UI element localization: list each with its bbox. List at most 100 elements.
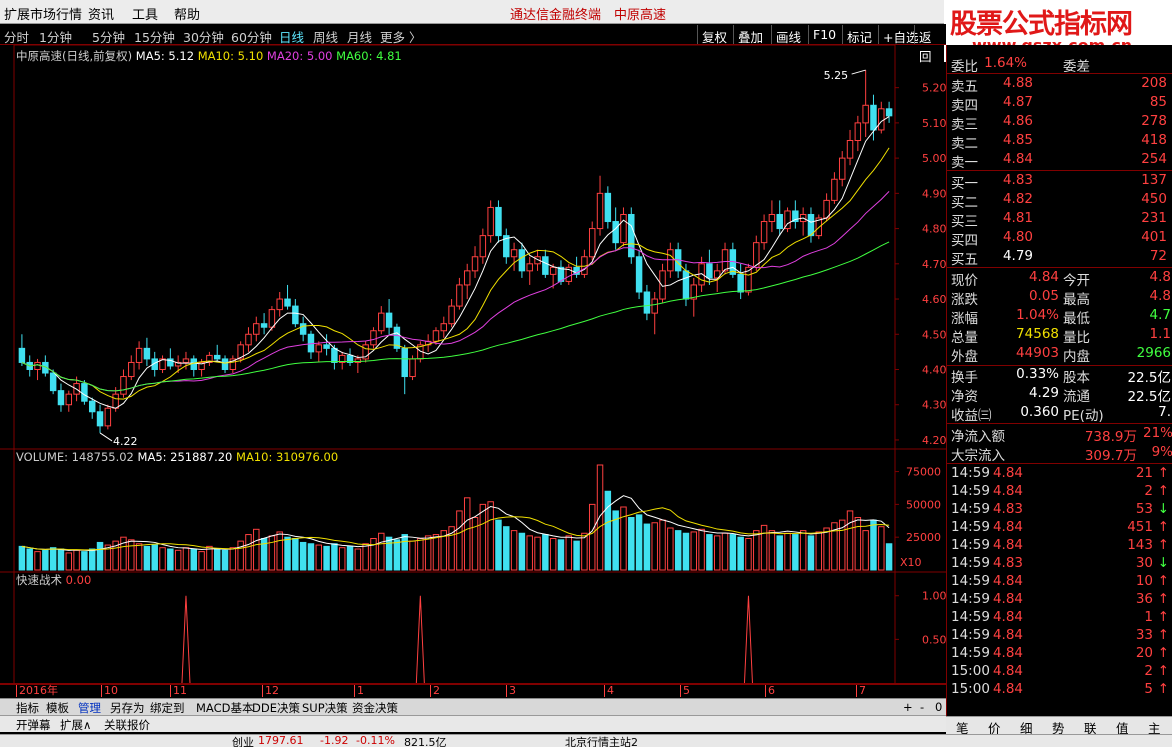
- menu-help[interactable]: 帮助: [174, 4, 200, 23]
- menu-news[interactable]: 资讯: [88, 4, 114, 23]
- volume-bar: [667, 527, 674, 571]
- tick-volume: 2: [1144, 483, 1153, 499]
- volume-bar: [346, 545, 354, 571]
- tab-0[interactable]: 指标: [16, 700, 39, 716]
- menu-extended-market[interactable]: 扩展市场行情: [4, 4, 82, 23]
- expand-button[interactable]: 扩展∧: [60, 717, 91, 733]
- volume-bar: [495, 519, 502, 571]
- volume-bar: [174, 549, 182, 571]
- order-ratio-row: 委比 1.64% 委差: [947, 55, 1172, 75]
- related-quote-button[interactable]: 关联报价: [104, 717, 150, 733]
- candle-body: [18, 347, 26, 363]
- tick-price: 4.84: [992, 681, 1023, 697]
- period-15min[interactable]: 15分钟: [134, 27, 175, 46]
- tick-price: 4.84: [992, 465, 1023, 481]
- period-1min[interactable]: 1分钟: [39, 27, 72, 46]
- candle-body: [331, 347, 338, 363]
- window-title: 通达信金融终端 中原高速: [510, 8, 667, 23]
- stat-value: 4.8: [1149, 269, 1171, 285]
- period-daily[interactable]: 日线: [279, 27, 304, 46]
- stat-value: 7.: [1158, 404, 1171, 420]
- candle-body: [620, 213, 627, 244]
- indicator-spike: [415, 595, 425, 684]
- f10-button[interactable]: F10: [808, 25, 840, 44]
- price-axis-label: 4.50: [922, 328, 946, 341]
- tab-7[interactable]: SUP决策: [302, 700, 348, 716]
- tab-4[interactable]: 绑定到: [150, 700, 185, 716]
- tab-8[interactable]: 资金决策: [352, 700, 398, 716]
- ask-price: 4.87: [1002, 94, 1033, 110]
- bid-row: 买五 4.79 72: [947, 248, 1172, 268]
- candle-body: [596, 192, 604, 230]
- back-button[interactable]: 返回: [914, 25, 946, 64]
- date-axis-label: 4: [604, 685, 614, 697]
- period-60min[interactable]: 60分钟: [231, 27, 272, 46]
- tick-price: 4.84: [992, 483, 1023, 499]
- tick-direction: ↓: [1157, 555, 1169, 571]
- vol-ma5-label: MA5: 251887.20: [137, 450, 233, 464]
- restore-rights-button[interactable]: 复权: [697, 25, 731, 45]
- tick-volume: 36: [1135, 591, 1153, 607]
- zoom-out-button[interactable]: -: [920, 700, 924, 714]
- tab-6[interactable]: DDE决策: [252, 700, 300, 716]
- candle-body: [831, 178, 838, 201]
- price-axis-label: 4.90: [922, 187, 946, 200]
- stat-value: 1.04%: [1016, 307, 1059, 323]
- danmaku-button[interactable]: 开弹幕: [16, 717, 51, 733]
- tick-time: 15:00: [951, 681, 990, 697]
- ma10-label: MA10: 5.10: [197, 49, 264, 63]
- mark-button[interactable]: 标记: [842, 25, 876, 45]
- tick-price: 4.84: [992, 591, 1023, 607]
- date-axis-label: 12: [262, 685, 279, 697]
- period-more[interactable]: 更多 〉: [380, 27, 421, 46]
- period-30min[interactable]: 30分钟: [183, 27, 224, 46]
- period-weekly[interactable]: 周线: [313, 27, 338, 46]
- candle-body: [448, 305, 455, 325]
- zoom-in-button[interactable]: +: [903, 700, 913, 714]
- candle-body: [737, 273, 744, 293]
- tick-row: 14:59 4.84 36 ↑: [947, 591, 1172, 610]
- price-axis-label: 4.20: [922, 434, 946, 447]
- date-axis-label: 11: [170, 685, 187, 697]
- tick-row: 14:59 4.84 451 ↑: [947, 519, 1172, 538]
- candle-body: [667, 249, 674, 272]
- candle-body: [706, 263, 713, 279]
- tab-5[interactable]: MACD基本: [196, 700, 253, 716]
- volume-bar: [815, 531, 823, 571]
- indicator-value: 0.00: [65, 573, 92, 587]
- volume-bar: [34, 551, 41, 571]
- candle-body: [635, 256, 643, 293]
- tick-row: 15:00 4.84 5 ↑: [947, 681, 1172, 700]
- price-axis-label: 4.60: [922, 293, 946, 306]
- stat-label: 收益㈢: [951, 408, 992, 424]
- status-index-value: 1797.61: [258, 734, 304, 747]
- tab-2[interactable]: 管理: [78, 700, 101, 716]
- tab-1[interactable]: 模板: [46, 700, 69, 716]
- stock-name-label: 中原高速(日线,前复权): [16, 49, 133, 63]
- volume-bar: [479, 503, 487, 571]
- volume-label: VOLUME: 148755.02: [16, 450, 134, 464]
- volume-bar: [745, 538, 752, 571]
- kline-chart[interactable]: 5.20 5.10 5.00 4.90 4.80 4.70 4.60 4.50 4.40 4.30…: [0, 44, 947, 686]
- stat-row: 净资 4.29 流通 22.5亿: [947, 385, 1172, 405]
- period-timeshare[interactable]: 分时: [4, 27, 29, 46]
- menu-tools[interactable]: 工具: [132, 4, 158, 23]
- price-axis-label: 5.00: [922, 152, 946, 165]
- ask-volume: 85: [1149, 94, 1167, 110]
- tab-3[interactable]: 另存为: [110, 700, 145, 716]
- volume-bar: [487, 501, 494, 571]
- period-toolbar: 分时 1分钟 5分钟 15分钟 30分钟 60分钟 日线 周线 月线 更多 〉 …: [0, 24, 946, 64]
- period-5min[interactable]: 5分钟: [92, 27, 125, 46]
- reset-button[interactable]: 0: [935, 700, 942, 714]
- indicator-tab-bar: 指标 模板 管理 另存为 绑定到 MACD基本 DDE决策 SUP决策 资金决策 + - 0: [0, 698, 946, 715]
- price-info-line: 中原高速(日线,前复权) MA5: 5.12 MA10: 5.10 MA20: …: [16, 48, 402, 64]
- period-monthly[interactable]: 月线: [347, 27, 372, 46]
- draw-line-button[interactable]: 画线: [771, 25, 805, 45]
- volume-bar: [549, 538, 557, 571]
- overlay-button[interactable]: 叠加: [733, 25, 767, 45]
- volume-bar: [424, 535, 432, 571]
- bid-volume: 137: [1141, 172, 1167, 188]
- volume-bar: [331, 543, 338, 571]
- chart-area[interactable]: 5.20 5.10 5.00 4.90 4.80 4.70 4.60 4.50 4.40 4.30…: [0, 44, 947, 686]
- tick-row: 14:59 4.84 20 ↑: [947, 645, 1172, 664]
